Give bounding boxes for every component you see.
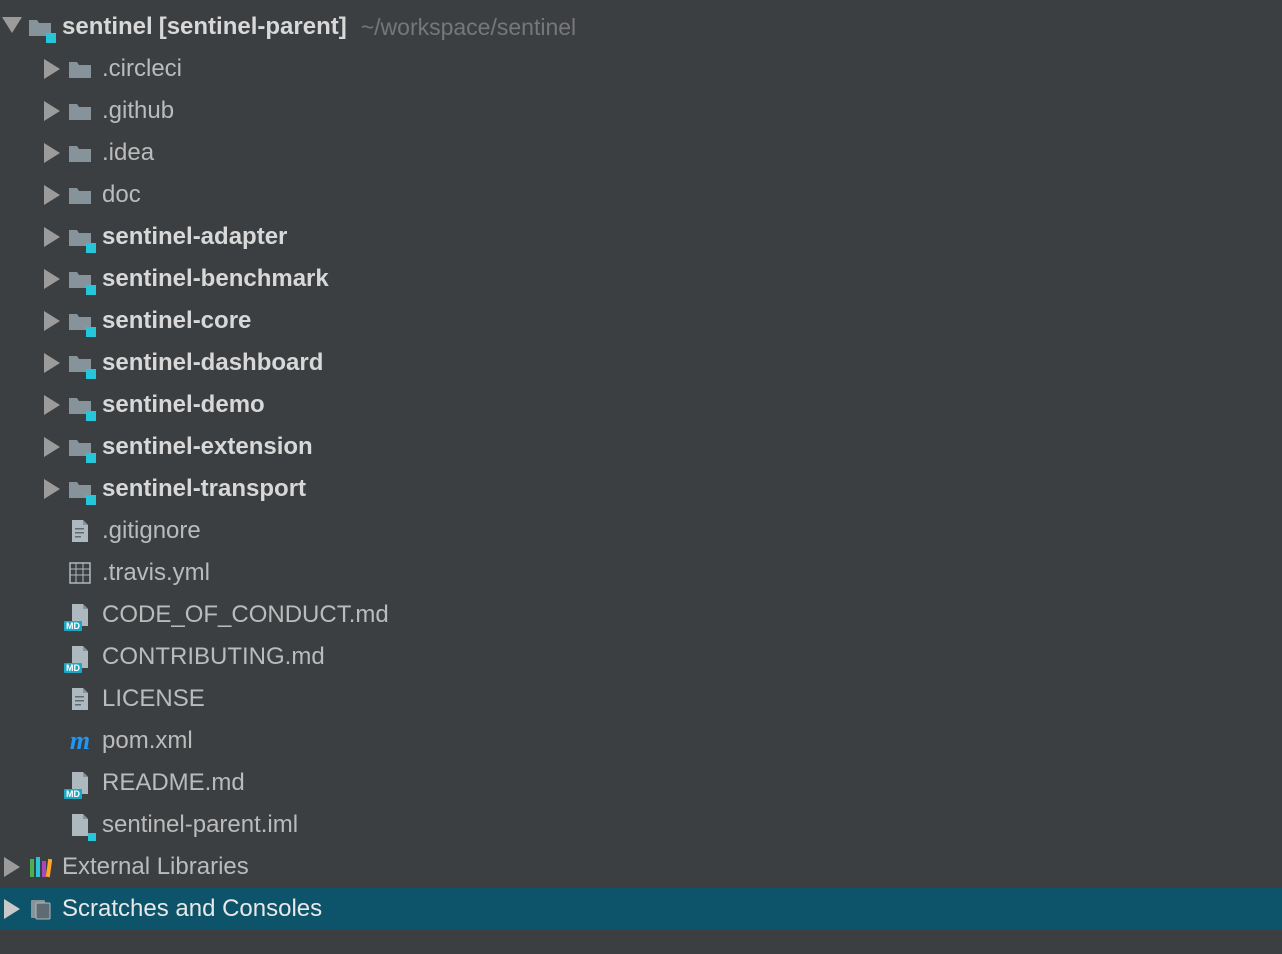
root-module: [sentinel-parent] <box>159 13 347 41</box>
external-libraries-label: External Libraries <box>62 853 249 881</box>
root-name: sentinel <box>62 13 153 41</box>
tree-item-label: pom.xml <box>102 727 193 755</box>
maven-file-icon: m <box>66 727 94 755</box>
chevron-right-icon[interactable] <box>42 479 62 499</box>
folder-icon <box>66 55 94 83</box>
tree-item-label: CONTRIBUTING.md <box>102 643 325 671</box>
tree-item-label: LICENSE <box>102 685 205 713</box>
tree-row[interactable]: MD CODE_OF_CONDUCT.md <box>0 594 1282 636</box>
tree-item-label: .github <box>102 97 174 125</box>
root-path: ~/workspace/sentinel <box>361 14 576 41</box>
markdown-file-icon: MD <box>66 643 94 671</box>
tree-row[interactable]: sentinel-core <box>0 300 1282 342</box>
module-folder-icon <box>26 13 54 41</box>
tree-row[interactable]: MD README.md <box>0 762 1282 804</box>
tree-item-label: sentinel-core <box>102 307 251 335</box>
tree-row[interactable]: .gitignore <box>0 510 1282 552</box>
tree-row[interactable]: doc <box>0 174 1282 216</box>
file-icon <box>66 685 94 713</box>
scratches-row[interactable]: Scratches and Consoles <box>0 888 1282 930</box>
folder-icon <box>66 97 94 125</box>
module-folder-icon <box>66 265 94 293</box>
tree-item-label: sentinel-parent.iml <box>102 811 298 839</box>
module-folder-icon <box>66 475 94 503</box>
tree-row[interactable]: sentinel-benchmark <box>0 258 1282 300</box>
yml-file-icon <box>66 559 94 587</box>
tree-row[interactable]: MD CONTRIBUTING.md <box>0 636 1282 678</box>
markdown-file-icon: MD <box>66 769 94 797</box>
tree-row[interactable]: .github <box>0 90 1282 132</box>
chevron-right-icon[interactable] <box>42 143 62 163</box>
chevron-right-icon[interactable] <box>42 185 62 205</box>
folder-icon <box>66 181 94 209</box>
file-icon <box>66 517 94 545</box>
tree-item-label: sentinel-transport <box>102 475 306 503</box>
tree-item-label: .circleci <box>102 55 182 83</box>
chevron-right-icon[interactable] <box>42 437 62 457</box>
tree-item-label: sentinel-demo <box>102 391 265 419</box>
tree-children: .circleci .github .idea doc sentinel-ada… <box>0 48 1282 846</box>
tree-item-label: CODE_OF_CONDUCT.md <box>102 601 389 629</box>
tree-item-label: sentinel-adapter <box>102 223 287 251</box>
module-folder-icon <box>66 349 94 377</box>
module-folder-icon <box>66 433 94 461</box>
chevron-right-icon[interactable] <box>42 59 62 79</box>
module-folder-icon <box>66 223 94 251</box>
project-tree: sentinel [sentinel-parent] ~/workspace/s… <box>0 0 1282 930</box>
folder-icon <box>66 139 94 167</box>
tree-item-label: .idea <box>102 139 154 167</box>
scratches-icon <box>26 895 54 923</box>
markdown-file-icon: MD <box>66 601 94 629</box>
tree-item-label: README.md <box>102 769 245 797</box>
chevron-right-icon[interactable] <box>42 353 62 373</box>
tree-row[interactable]: .travis.yml <box>0 552 1282 594</box>
tree-item-label: sentinel-extension <box>102 433 313 461</box>
tree-row[interactable]: sentinel-adapter <box>0 216 1282 258</box>
tree-row[interactable]: sentinel-transport <box>0 468 1282 510</box>
module-folder-icon <box>66 391 94 419</box>
tree-row[interactable]: sentinel-dashboard <box>0 342 1282 384</box>
tree-item-label: .gitignore <box>102 517 201 545</box>
chevron-right-icon[interactable] <box>42 227 62 247</box>
chevron-right-icon[interactable] <box>2 899 22 919</box>
chevron-right-icon[interactable] <box>42 101 62 121</box>
tree-item-label: sentinel-dashboard <box>102 349 323 377</box>
tree-item-label: doc <box>102 181 141 209</box>
chevron-right-icon[interactable] <box>42 311 62 331</box>
tree-row[interactable]: .idea <box>0 132 1282 174</box>
tree-row[interactable]: m pom.xml <box>0 720 1282 762</box>
tree-row[interactable]: sentinel-extension <box>0 426 1282 468</box>
library-icon <box>26 853 54 881</box>
tree-row[interactable]: .circleci <box>0 48 1282 90</box>
chevron-down-icon[interactable] <box>2 17 22 37</box>
tree-root-row[interactable]: sentinel [sentinel-parent] ~/workspace/s… <box>0 6 1282 48</box>
tree-item-label: sentinel-benchmark <box>102 265 329 293</box>
tree-item-label: .travis.yml <box>102 559 210 587</box>
external-libraries-row[interactable]: External Libraries <box>0 846 1282 888</box>
iml-file-icon <box>66 811 94 839</box>
chevron-right-icon[interactable] <box>2 857 22 877</box>
scratches-label: Scratches and Consoles <box>62 895 322 923</box>
chevron-right-icon[interactable] <box>42 269 62 289</box>
tree-row[interactable]: LICENSE <box>0 678 1282 720</box>
module-folder-icon <box>66 307 94 335</box>
tree-row[interactable]: sentinel-demo <box>0 384 1282 426</box>
chevron-right-icon[interactable] <box>42 395 62 415</box>
tree-row[interactable]: sentinel-parent.iml <box>0 804 1282 846</box>
